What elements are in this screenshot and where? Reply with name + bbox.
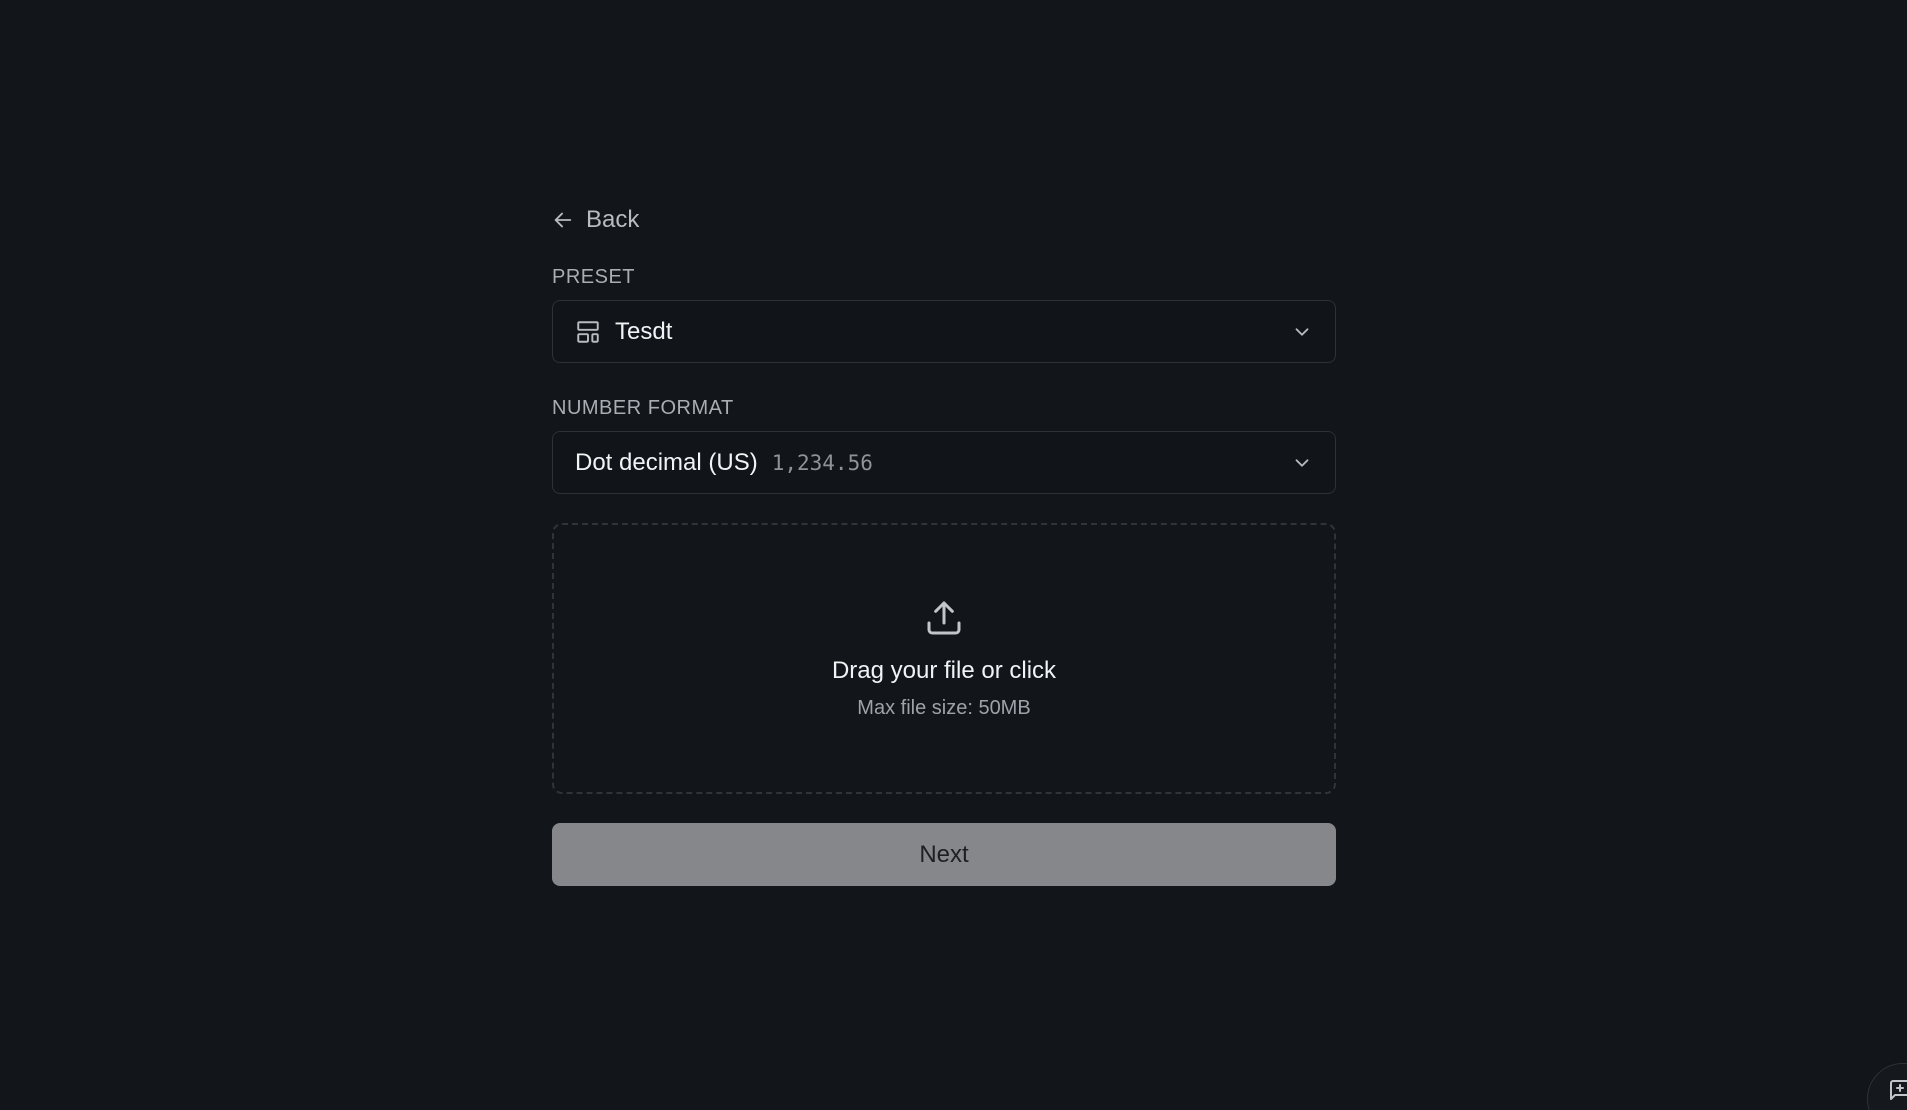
- upload-icon: [924, 598, 964, 643]
- message-plus-icon: [1890, 1080, 1907, 1100]
- preset-value: Tesdt: [615, 317, 673, 345]
- file-dropzone[interactable]: Drag your file or click Max file size: 5…: [552, 523, 1336, 794]
- chevron-down-icon: [1291, 452, 1313, 474]
- back-label: Back: [586, 206, 640, 233]
- dropzone-title: Drag your file or click: [831, 656, 1057, 684]
- next-button[interactable]: Next: [552, 823, 1336, 886]
- number-format-label: NUMBER FORMAT: [552, 397, 734, 419]
- chevron-down-icon: [1291, 321, 1313, 343]
- preset-label: PRESET: [552, 266, 636, 288]
- upload-form: Back PRESET Tesdt NUMBER FORMAT Dot deci…: [552, 200, 1336, 886]
- preset-select[interactable]: Tesdt: [552, 300, 1336, 363]
- back-link[interactable]: Back: [552, 200, 639, 240]
- arrow-left-icon: [552, 209, 574, 231]
- number-format-select[interactable]: Dot decimal (US) 1,234.56: [552, 431, 1336, 494]
- layout-template-icon: [575, 319, 601, 345]
- number-format-example: 1,234.56: [771, 450, 873, 475]
- number-format-value: Dot decimal (US): [575, 448, 758, 476]
- upload-page: Back PRESET Tesdt NUMBER FORMAT Dot deci…: [0, 0, 1907, 1110]
- feedback-button[interactable]: [1867, 1063, 1907, 1110]
- dropzone-subtitle: Max file size: 50MB: [857, 696, 1031, 719]
